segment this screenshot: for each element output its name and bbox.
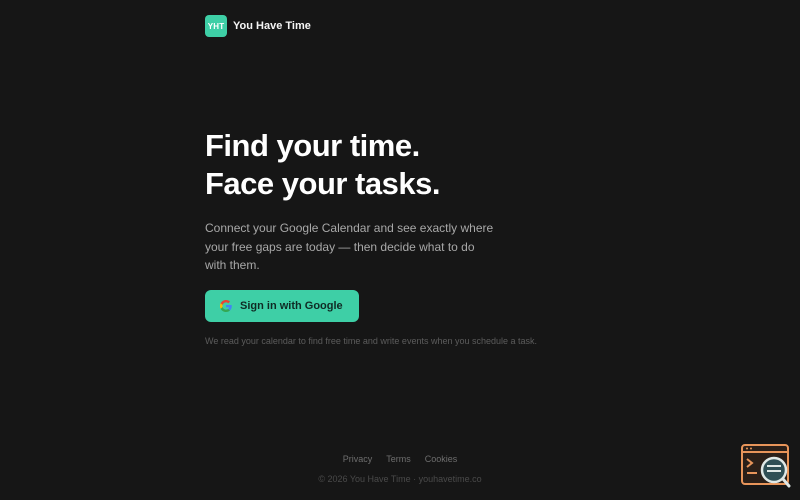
hero-headline: Find your time. Face your tasks. — [205, 127, 625, 203]
brand-name: You Have Time — [233, 20, 311, 32]
sign-in-with-google-button[interactable]: Sign in with Google — [205, 289, 359, 322]
terminal-search-icon — [741, 444, 791, 488]
headline-line-2: Face your tasks. — [205, 166, 440, 201]
landing-page: YHT You Have Time Find your time. Face y… — [0, 0, 800, 500]
brand[interactable]: YHT You Have Time — [205, 15, 311, 37]
footer-link-privacy[interactable]: Privacy — [343, 454, 373, 464]
footer-link-cookies[interactable]: Cookies — [425, 454, 458, 464]
brand-logo: YHT — [205, 15, 227, 37]
hero-section: Find your time. Face your tasks. Connect… — [205, 127, 625, 346]
headline-line-1: Find your time. — [205, 128, 420, 163]
sign-in-label: Sign in with Google — [240, 299, 343, 312]
footer-link-terms[interactable]: Terms — [386, 454, 411, 464]
footer-nav: Privacy Terms Cookies — [0, 454, 800, 464]
hero-description: Connect your Google Calendar and see exa… — [205, 221, 494, 272]
google-icon — [220, 299, 232, 312]
copyright: © 2026 You Have Time · youhavetime.co — [318, 474, 482, 484]
calendar-disclaimer: We read your calendar to find free time … — [205, 335, 538, 346]
floating-widget-button[interactable] — [741, 444, 791, 488]
